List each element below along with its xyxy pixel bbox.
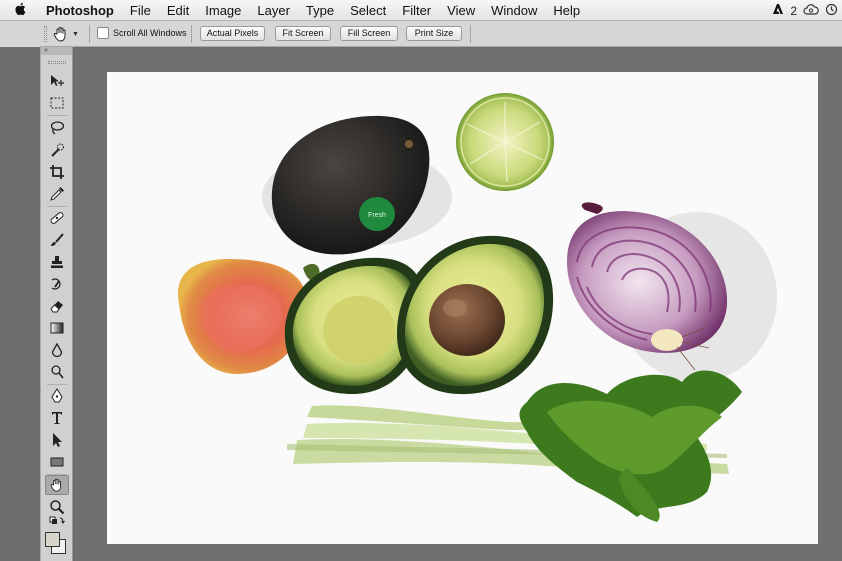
clone-stamp-tool-icon[interactable]: [45, 252, 69, 272]
scroll-all-windows-label: Scroll All Windows: [113, 28, 187, 38]
collapse-panel-icon[interactable]: »: [41, 47, 72, 55]
menu-select[interactable]: Select: [342, 0, 394, 21]
divider: [470, 25, 471, 43]
blur-tool-icon[interactable]: [45, 340, 69, 360]
photoshop-window: Photoshop File Edit Image Layer Type Sel…: [0, 0, 842, 561]
avocado-sticker-text: Fresh: [368, 212, 386, 219]
adobe-creative-cloud-icon[interactable]: [772, 3, 784, 19]
tool-preset-picker[interactable]: ▼: [52, 24, 80, 44]
apple-menu-icon[interactable]: [0, 2, 40, 19]
eyedropper-tool-icon[interactable]: [45, 184, 69, 204]
move-tool-icon[interactable]: [45, 71, 69, 91]
menu-photoshop[interactable]: Photoshop: [40, 0, 122, 21]
menu-view[interactable]: View: [439, 0, 483, 21]
options-bar: ▼ Scroll All Windows Actual Pixels Fit S…: [0, 21, 842, 47]
menu-filter[interactable]: Filter: [394, 0, 439, 21]
menu-help[interactable]: Help: [545, 0, 588, 21]
brush-tool-icon[interactable]: [45, 230, 69, 250]
dodge-tool-icon[interactable]: [45, 362, 69, 382]
marquee-tool-icon[interactable]: [45, 93, 69, 113]
foreground-color-swatch[interactable]: [45, 532, 60, 547]
vegetables-photo: Fresh: [107, 72, 818, 544]
scroll-all-windows-option[interactable]: Scroll All Windows: [97, 27, 187, 39]
status-count: 2: [790, 3, 797, 18]
eraser-tool-icon[interactable]: [45, 296, 69, 316]
cloud-icon[interactable]: [803, 3, 819, 18]
divider: [47, 384, 67, 385]
lime-half: [456, 93, 554, 191]
scroll-all-windows-checkbox[interactable]: [97, 27, 109, 39]
type-tool-icon[interactable]: [45, 408, 69, 428]
pen-tool-icon[interactable]: [45, 386, 69, 406]
tools-panel: »: [40, 47, 73, 561]
zoom-tool-icon[interactable]: [45, 497, 69, 517]
menu-file[interactable]: File: [122, 0, 159, 21]
actual-pixels-button[interactable]: Actual Pixels: [200, 26, 265, 41]
color-swap-icon[interactable]: [45, 515, 69, 527]
rectangle-tool-icon[interactable]: [45, 452, 69, 472]
menu-window[interactable]: Window: [483, 0, 545, 21]
time-machine-icon[interactable]: [825, 3, 838, 19]
gradient-tool-icon[interactable]: [45, 318, 69, 338]
menu-image[interactable]: Image: [197, 0, 249, 21]
options-bar-grip[interactable]: [44, 26, 47, 42]
print-size-button[interactable]: Print Size: [406, 26, 462, 41]
divider: [89, 25, 90, 43]
quick-select-tool-icon[interactable]: [45, 140, 69, 160]
menu-layer[interactable]: Layer: [249, 0, 298, 21]
divider: [47, 206, 67, 207]
history-brush-tool-icon[interactable]: [45, 274, 69, 294]
healing-brush-tool-icon[interactable]: [45, 208, 69, 228]
divider: [47, 115, 67, 116]
hand-tool-icon[interactable]: [45, 475, 69, 495]
hand-icon: [53, 27, 66, 42]
document-canvas[interactable]: Fresh: [107, 72, 818, 544]
menu-type[interactable]: Type: [298, 0, 342, 21]
path-select-tool-icon[interactable]: [45, 430, 69, 450]
menu-bar: Photoshop File Edit Image Layer Type Sel…: [0, 0, 842, 21]
lasso-tool-icon[interactable]: [45, 118, 69, 138]
fill-screen-button[interactable]: Fill Screen: [340, 26, 398, 41]
panel-grip[interactable]: [47, 61, 66, 64]
chevron-down-icon: ▼: [72, 30, 79, 38]
crop-tool-icon[interactable]: [45, 162, 69, 182]
menu-edit[interactable]: Edit: [159, 0, 197, 21]
canvas-pasteboard[interactable]: Fresh: [74, 48, 842, 561]
status-menus: 2: [772, 0, 842, 21]
divider: [191, 25, 192, 43]
options-bar-lead: [0, 21, 40, 47]
fit-screen-button[interactable]: Fit Screen: [275, 26, 331, 41]
